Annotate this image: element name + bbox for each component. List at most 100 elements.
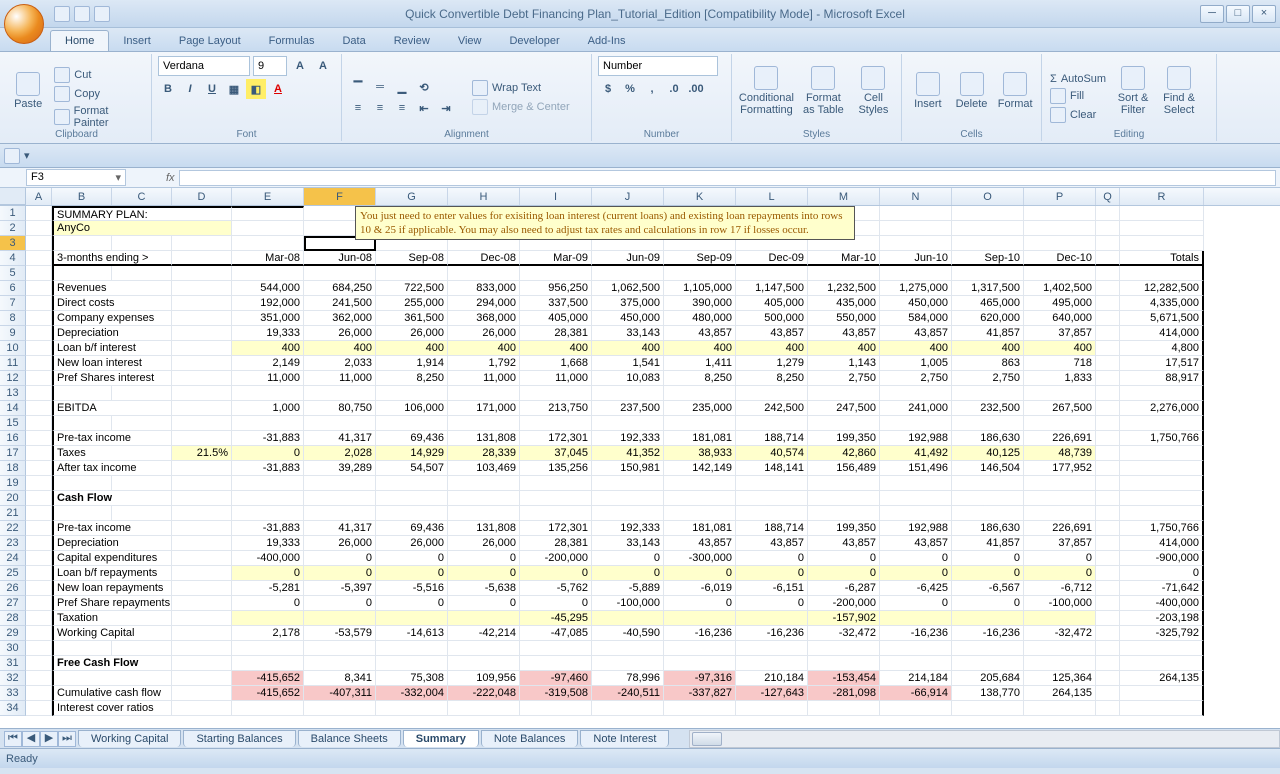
col-header-J[interactable]: J — [592, 188, 664, 205]
data-cell[interactable]: 41,352 — [592, 446, 664, 461]
data-cell[interactable]: -415,652 — [232, 686, 304, 701]
data-cell[interactable] — [664, 611, 736, 626]
data-cell[interactable] — [592, 701, 664, 716]
cell[interactable] — [1096, 641, 1120, 656]
cell[interactable] — [232, 641, 304, 656]
cell[interactable] — [952, 221, 1024, 236]
data-cell[interactable]: 2,750 — [808, 371, 880, 386]
fill-button[interactable]: Fill — [1048, 87, 1108, 105]
data-cell[interactable]: 41,317 — [304, 521, 376, 536]
row-header-23[interactable]: 23 — [0, 536, 26, 551]
data-cell[interactable]: 0 — [448, 551, 520, 566]
autosum-button[interactable]: Σ AutoSum — [1048, 72, 1108, 86]
data-cell[interactable]: 495,000 — [1024, 296, 1096, 311]
row-header-18[interactable]: 18 — [0, 461, 26, 476]
row-label-18[interactable]: After tax income — [52, 461, 172, 476]
format-button[interactable]: Format — [995, 56, 1035, 126]
data-cell[interactable]: 213,750 — [520, 401, 592, 416]
format-painter-button[interactable]: Format Painter — [52, 104, 145, 130]
data-cell[interactable]: -6,425 — [880, 581, 952, 596]
row-header-27[interactable]: 27 — [0, 596, 26, 611]
data-cell[interactable]: 400 — [736, 341, 808, 356]
font-size-select[interactable]: 9 — [253, 56, 287, 76]
decrease-decimal-button[interactable]: .00 — [686, 79, 706, 99]
cell[interactable] — [1096, 206, 1120, 221]
cell[interactable] — [172, 341, 232, 356]
total-cell[interactable]: 17,517 — [1120, 356, 1204, 371]
cell[interactable] — [232, 506, 304, 521]
data-cell[interactable]: 181,081 — [664, 431, 736, 446]
cell[interactable] — [26, 506, 52, 521]
data-cell[interactable]: 151,496 — [880, 461, 952, 476]
data-cell[interactable]: -5,638 — [448, 581, 520, 596]
cell[interactable] — [112, 476, 172, 491]
cell[interactable] — [952, 206, 1024, 221]
data-cell[interactable]: 8,250 — [664, 371, 736, 386]
cell[interactable] — [26, 611, 52, 626]
cell[interactable] — [1096, 386, 1120, 401]
data-cell[interactable]: 362,000 — [304, 311, 376, 326]
data-cell[interactable]: -332,004 — [376, 686, 448, 701]
cell[interactable] — [304, 386, 376, 401]
row-header-16[interactable]: 16 — [0, 431, 26, 446]
data-cell[interactable]: 39,289 — [304, 461, 376, 476]
data-cell[interactable]: -5,762 — [520, 581, 592, 596]
row-label-9[interactable]: Depreciation — [52, 326, 172, 341]
cell[interactable] — [172, 566, 232, 581]
cell[interactable] — [376, 641, 448, 656]
data-cell[interactable]: 40,125 — [952, 446, 1024, 461]
cell[interactable] — [26, 251, 52, 266]
data-cell[interactable]: -415,652 — [232, 671, 304, 686]
data-cell[interactable]: 26,000 — [304, 536, 376, 551]
data-cell[interactable]: 0 — [232, 596, 304, 611]
total-cell[interactable]: 414,000 — [1120, 326, 1204, 341]
data-cell[interactable] — [376, 701, 448, 716]
data-cell[interactable]: -319,508 — [520, 686, 592, 701]
cell[interactable] — [376, 416, 448, 431]
data-cell[interactable]: 375,000 — [592, 296, 664, 311]
cell[interactable] — [26, 356, 52, 371]
data-cell[interactable]: -42,214 — [448, 626, 520, 641]
data-cell[interactable]: 0 — [880, 551, 952, 566]
data-cell[interactable]: 2,750 — [952, 371, 1024, 386]
percent-button[interactable]: % — [620, 79, 640, 99]
data-cell[interactable] — [880, 701, 952, 716]
data-cell[interactable]: 19,333 — [232, 536, 304, 551]
cell[interactable] — [26, 641, 52, 656]
cell[interactable] — [1096, 626, 1120, 641]
row-label-32[interactable] — [52, 671, 172, 686]
data-cell[interactable]: 138,770 — [952, 686, 1024, 701]
data-cell[interactable]: 28,381 — [520, 326, 592, 341]
data-cell[interactable]: 0 — [592, 551, 664, 566]
data-cell[interactable]: 400 — [376, 341, 448, 356]
cell[interactable] — [1096, 671, 1120, 686]
cell[interactable] — [1096, 521, 1120, 536]
data-cell[interactable]: 2,028 — [304, 446, 376, 461]
fill-color-button[interactable]: ◧ — [246, 79, 266, 99]
cell[interactable] — [112, 386, 172, 401]
cell[interactable] — [1096, 551, 1120, 566]
cell[interactable] — [880, 266, 952, 281]
col-header-B[interactable]: B — [52, 188, 112, 205]
data-cell[interactable]: 255,000 — [376, 296, 448, 311]
row-label-33[interactable]: Cumulative cash flow — [52, 686, 172, 701]
cell[interactable] — [1096, 686, 1120, 701]
cell[interactable] — [172, 611, 232, 626]
data-cell[interactable]: -200,000 — [520, 551, 592, 566]
data-cell[interactable]: -66,914 — [880, 686, 952, 701]
cell[interactable] — [26, 551, 52, 566]
data-cell[interactable]: 106,000 — [376, 401, 448, 416]
cell[interactable] — [520, 266, 592, 281]
data-cell[interactable]: 405,000 — [736, 296, 808, 311]
cell[interactable] — [952, 506, 1024, 521]
data-cell[interactable]: -6,567 — [952, 581, 1024, 596]
row-header-26[interactable]: 26 — [0, 581, 26, 596]
cell[interactable] — [376, 386, 448, 401]
data-cell[interactable] — [304, 701, 376, 716]
shrink-font-button[interactable]: A — [313, 56, 333, 76]
cell[interactable] — [592, 506, 664, 521]
data-cell[interactable]: 368,000 — [448, 311, 520, 326]
data-cell[interactable]: 1,105,000 — [664, 281, 736, 296]
data-cell[interactable]: 41,492 — [880, 446, 952, 461]
data-cell[interactable]: 205,684 — [952, 671, 1024, 686]
